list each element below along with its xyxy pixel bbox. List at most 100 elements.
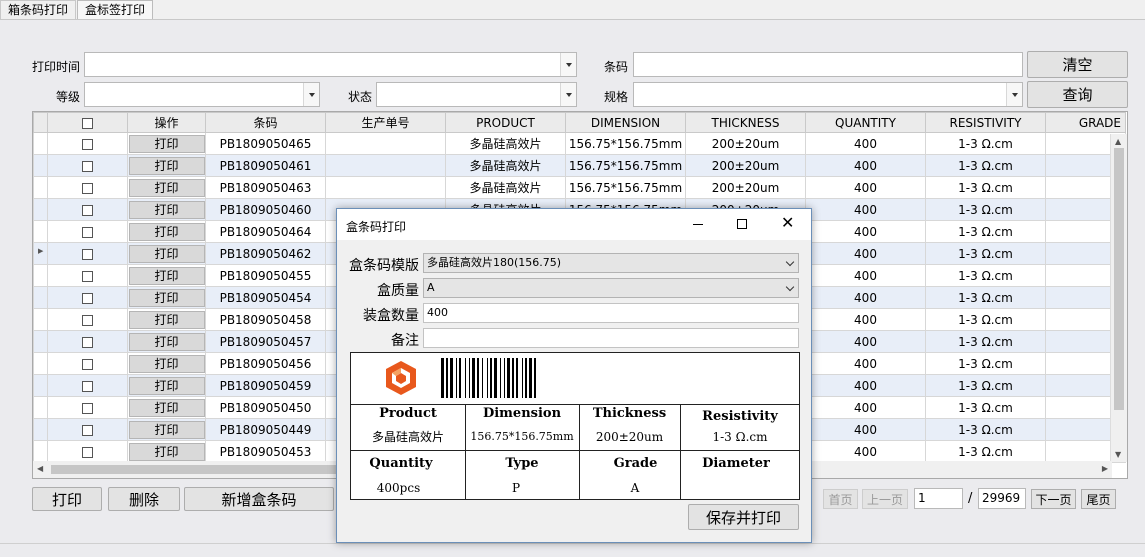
row-checkbox[interactable] [82, 292, 93, 304]
row-indicator[interactable] [33, 374, 48, 397]
last-page-button[interactable]: 尾页 [1081, 489, 1116, 509]
column-header[interactable]: 生产单号 [325, 112, 446, 133]
row-print-button[interactable]: 打印 [128, 134, 205, 153]
horizontal-scroll-thumb[interactable] [51, 465, 341, 474]
row-indicator[interactable] [33, 264, 48, 287]
row-indicator[interactable] [33, 418, 48, 441]
column-header[interactable]: DIMENSION [565, 112, 686, 133]
dialog-titlebar[interactable]: 盒条码打印 ✕ [337, 209, 811, 240]
row-indicator[interactable] [33, 220, 48, 243]
row-print-button[interactable]: 打印 [128, 398, 205, 417]
row-checkbox[interactable] [82, 380, 93, 392]
row-indicator[interactable] [33, 176, 48, 199]
scroll-left-icon[interactable]: ◀ [37, 464, 43, 473]
scroll-up-icon[interactable]: ▲ [1115, 137, 1121, 146]
table-row[interactable]: 打印 PB1809050461 多晶硅高效片 156.75*156.75mm 200±2… [33, 154, 1126, 177]
row-indicator[interactable] [33, 132, 48, 155]
row-print-button[interactable]: 打印 [128, 420, 205, 439]
clear-button[interactable]: 清空 [1027, 51, 1128, 78]
next-page-button[interactable]: 下一页 [1031, 489, 1076, 509]
table-row[interactable]: 打印 PB1809050465 多晶硅高效片 156.75*156.75mm 200±2… [33, 132, 1126, 155]
column-header[interactable]: QUANTITY [805, 112, 926, 133]
row-print-button[interactable]: 打印 [128, 244, 205, 263]
print-button[interactable]: 打印 [32, 487, 102, 511]
row-print-button[interactable]: 打印 [128, 442, 205, 461]
row-select-cell[interactable] [47, 396, 128, 419]
row-checkbox[interactable] [82, 424, 93, 436]
remark-input[interactable] [423, 328, 799, 348]
row-checkbox[interactable] [82, 358, 93, 370]
row-checkbox[interactable] [82, 248, 93, 260]
row-indicator[interactable] [33, 154, 48, 177]
close-icon[interactable]: ✕ [781, 214, 794, 232]
row-print-button[interactable]: 打印 [128, 354, 205, 373]
row-indicator[interactable] [33, 440, 48, 463]
tab-box-label-print[interactable]: 盒标签打印 [77, 0, 154, 20]
row-checkbox[interactable] [82, 446, 93, 458]
row-print-button[interactable]: 打印 [128, 376, 205, 395]
template-select[interactable]: 多晶硅高效片180(156.75) [423, 253, 799, 273]
row-checkbox[interactable] [82, 138, 93, 150]
row-print-button[interactable]: 打印 [128, 222, 205, 241]
row-select-cell[interactable] [47, 286, 128, 309]
barcode-input[interactable] [633, 52, 1023, 77]
count-input[interactable]: 400 [423, 303, 799, 323]
row-select-cell[interactable] [47, 352, 128, 375]
add-box-barcode-button[interactable]: 新增盒条码 [184, 487, 334, 511]
column-header[interactable]: 条码 [205, 112, 326, 133]
row-select-cell[interactable] [47, 264, 128, 287]
row-indicator[interactable] [33, 198, 48, 221]
row-select-cell[interactable] [47, 418, 128, 441]
row-indicator[interactable] [33, 352, 48, 375]
row-select-cell[interactable] [47, 176, 128, 199]
row-checkbox[interactable] [82, 204, 93, 216]
column-header[interactable]: RESISTIVITY [925, 112, 1046, 133]
quality-select[interactable]: A [423, 278, 799, 298]
column-header[interactable]: PRODUCT [445, 112, 566, 133]
select-all-checkbox[interactable] [82, 117, 93, 129]
row-indicator[interactable] [33, 286, 48, 309]
row-checkbox[interactable] [82, 336, 93, 348]
row-select-cell[interactable] [47, 132, 128, 155]
page-number-input[interactable]: 1 [914, 488, 963, 509]
vertical-scroll-thumb[interactable] [1114, 148, 1124, 410]
row-checkbox[interactable] [82, 270, 93, 282]
column-header[interactable]: THICKNESS [685, 112, 806, 133]
row-select-cell[interactable] [47, 330, 128, 353]
column-header[interactable]: GRADE [1045, 112, 1126, 133]
select-all-header[interactable] [47, 112, 128, 133]
row-checkbox[interactable] [82, 160, 93, 172]
row-select-cell[interactable] [47, 220, 128, 243]
row-print-button[interactable]: 打印 [128, 178, 205, 197]
grade-select[interactable] [84, 82, 320, 107]
row-select-cell[interactable] [47, 242, 128, 265]
row-print-button[interactable]: 打印 [128, 266, 205, 285]
column-header[interactable]: 操作 [127, 112, 206, 133]
status-select[interactable] [376, 82, 577, 107]
row-select-cell[interactable] [47, 198, 128, 221]
prev-page-button[interactable]: 上一页 [862, 489, 908, 509]
row-print-button[interactable]: 打印 [128, 200, 205, 219]
row-print-button[interactable]: 打印 [128, 310, 205, 329]
row-print-button[interactable]: 打印 [128, 332, 205, 351]
scroll-right-icon[interactable]: ▶ [1102, 464, 1108, 473]
row-indicator[interactable] [33, 308, 48, 331]
row-select-cell[interactable] [47, 154, 128, 177]
row-print-button[interactable]: 打印 [128, 288, 205, 307]
row-select-cell[interactable] [47, 308, 128, 331]
row-checkbox[interactable] [82, 402, 93, 414]
print-time-select[interactable] [84, 52, 577, 77]
delete-button[interactable]: 删除 [108, 487, 180, 511]
table-row[interactable]: 打印 PB1809050463 多晶硅高效片 156.75*156.75mm 200±2… [33, 176, 1126, 199]
spec-select[interactable] [633, 82, 1023, 107]
scroll-down-icon[interactable]: ▼ [1115, 450, 1121, 459]
row-checkbox[interactable] [82, 314, 93, 326]
row-select-cell[interactable] [47, 374, 128, 397]
row-indicator[interactable] [33, 330, 48, 353]
first-page-button[interactable]: 首页 [823, 489, 858, 509]
vertical-scrollbar[interactable]: ▲ ▼ [1110, 134, 1127, 462]
row-select-cell[interactable] [47, 440, 128, 463]
maximize-icon[interactable] [737, 219, 747, 229]
row-indicator[interactable] [33, 396, 48, 419]
row-checkbox[interactable] [82, 182, 93, 194]
